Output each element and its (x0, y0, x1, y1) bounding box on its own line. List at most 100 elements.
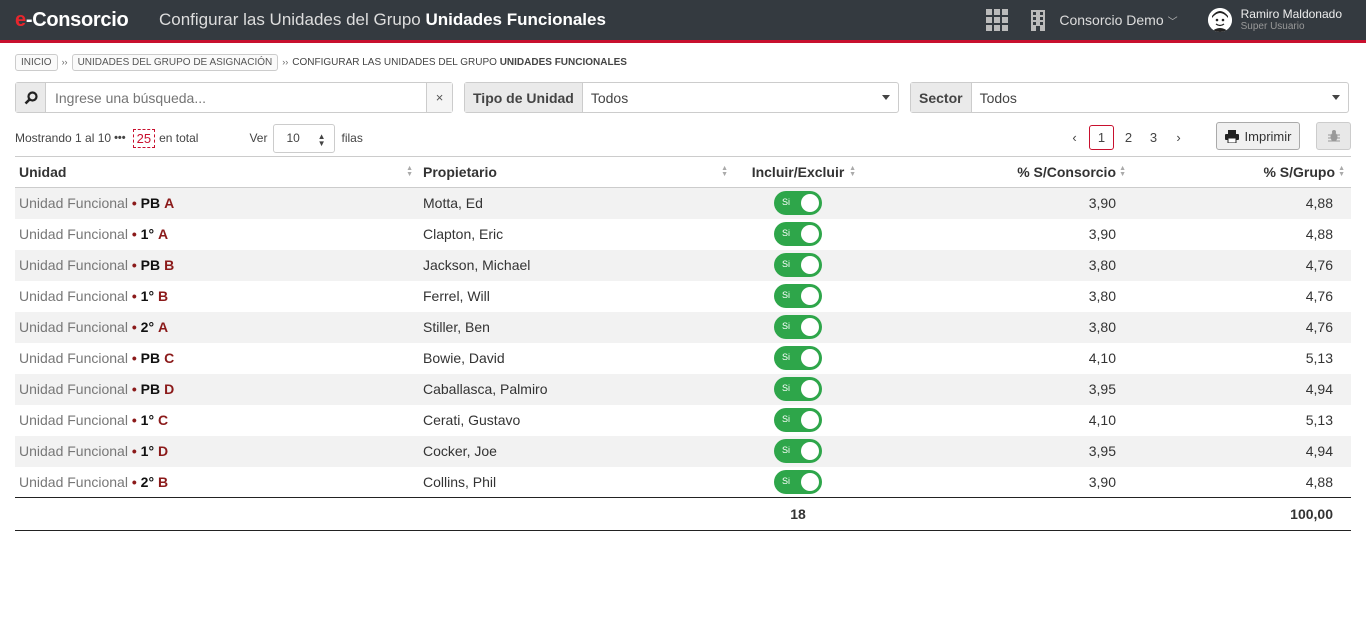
include-toggle[interactable]: Si (774, 439, 822, 463)
footer-count: 18 (734, 497, 862, 531)
unit-cell[interactable]: Unidad Funcional • 1° D (15, 436, 419, 467)
top-navbar: e-Consorcio Configurar las Unidades del … (0, 0, 1366, 43)
include-toggle[interactable]: Si (774, 377, 822, 401)
include-toggle[interactable]: Si (774, 222, 822, 246)
avatar[interactable] (1207, 8, 1232, 32)
header-unidad[interactable]: Unidad ▲ ▼ (15, 156, 419, 188)
grupo-cell: 4,94 (1305, 381, 1333, 397)
consorcio-selector[interactable]: Consorcio Demo ﹀ (1059, 12, 1177, 28)
tipo-unidad-filter: Tipo de Unidad Todos (464, 82, 899, 113)
include-toggle[interactable]: Si (774, 346, 822, 370)
consorcio-cell: 3,95 (1088, 443, 1116, 459)
grupo-cell: 4,88 (1305, 195, 1333, 212)
search-input[interactable] (46, 83, 426, 112)
consorcio-cell: 4,10 (1088, 412, 1116, 428)
owner-cell: Caballasca, Palmiro (423, 381, 548, 397)
debug-button[interactable] (1316, 122, 1351, 150)
breadcrumb-inicio[interactable]: INICIO (15, 53, 58, 71)
unit-cell[interactable]: Unidad Funcional • 2° B (15, 467, 419, 498)
units-table: Unidad ▲ ▼ Propietario ▲ ▼ Incluir/Excluir ▲ ▼… (15, 156, 1351, 531)
page-3[interactable]: 3 (1141, 130, 1166, 145)
chevron-down-icon: ﹀ (1167, 17, 1178, 28)
owner-cell: Motta, Ed (423, 195, 483, 212)
include-toggle[interactable]: Si (774, 469, 822, 494)
rows-per-page-select[interactable]: 10 ▲ ▼ (273, 123, 336, 153)
unit-cell[interactable]: Unidad Funcional • PB C (15, 343, 419, 374)
breadcrumb: INICIO ›› UNIDADES DEL GRUPO DE ASIGNACI… (15, 53, 1351, 71)
tipo-unidad-select[interactable]: Todos (583, 83, 898, 112)
print-button[interactable]: Imprimir (1216, 122, 1300, 150)
table-row: Unidad Funcional • PB D Caballasca, Palmir… (15, 373, 1351, 405)
sort-icon: ▲ ▼ (721, 165, 728, 178)
apps-grid-icon[interactable] (986, 9, 1009, 31)
unit-cell[interactable]: Unidad Funcional • PB B (15, 250, 419, 281)
user-menu[interactable]: Ramiro Maldonado Super Usuario (1240, 6, 1342, 33)
grupo-cell: 5,13 (1305, 412, 1333, 428)
caret-down-icon (1332, 95, 1340, 100)
unit-cell[interactable]: Unidad Funcional • 1° A (15, 219, 419, 250)
prev-page-icon[interactable]: ‹ (1062, 130, 1087, 145)
printer-icon (1224, 129, 1239, 143)
page-2[interactable]: 2 (1116, 130, 1141, 145)
header-incluir[interactable]: Incluir/Excluir ▲ ▼ (734, 156, 862, 188)
grupo-cell: 4,88 (1305, 226, 1333, 242)
caret-down-icon (882, 95, 890, 100)
owner-cell: Jackson, Michael (423, 257, 531, 273)
page-title: Configurar las Unidades del Grupo Unidad… (159, 10, 606, 29)
table-row: Unidad Funcional • 2° A Stiller, Ben Si 3,80… (15, 311, 1351, 343)
sort-icon: ▲ ▼ (849, 165, 856, 178)
sector-select[interactable]: Todos (972, 83, 1348, 112)
consorcio-cell: 4,10 (1088, 350, 1116, 366)
clear-search-button[interactable]: × (426, 83, 452, 112)
bug-icon (1327, 130, 1340, 142)
include-toggle[interactable]: Si (774, 315, 822, 339)
owner-cell: Cerati, Gustavo (423, 412, 521, 428)
total-badge[interactable]: 25 (132, 128, 156, 148)
breadcrumb-grupo[interactable]: UNIDADES DEL GRUPO DE ASIGNACIÓN (71, 53, 279, 71)
en-total-label: en total (159, 131, 199, 145)
brand-logo[interactable]: e-Consorcio (15, 9, 159, 32)
unit-cell[interactable]: Unidad Funcional • PB D (15, 374, 419, 405)
grupo-cell: 4,76 (1305, 257, 1333, 273)
consorcio-cell: 3,80 (1088, 288, 1116, 304)
sort-icon: ▲ ▼ (1338, 165, 1345, 178)
unit-cell[interactable]: Unidad Funcional • 2° A (15, 312, 419, 343)
consorcio-cell: 3,90 (1088, 473, 1116, 490)
consorcio-cell: 3,95 (1088, 381, 1116, 397)
unit-cell[interactable]: Unidad Funcional • PB A (15, 188, 419, 219)
include-toggle[interactable]: Si (774, 253, 822, 277)
header-consorcio[interactable]: % S/Consorcio ▲ ▼ (862, 156, 1132, 188)
owner-cell: Ferrel, Will (423, 288, 490, 304)
owner-cell: Bowie, David (423, 350, 505, 366)
page-1[interactable]: 1 (1089, 124, 1114, 150)
header-propietario[interactable]: Propietario ▲ ▼ (419, 156, 734, 188)
consorcio-cell: 3,80 (1088, 257, 1116, 273)
unit-cell[interactable]: Unidad Funcional • 1° C (15, 405, 419, 436)
next-page-icon[interactable]: › (1166, 130, 1191, 145)
include-toggle[interactable]: Si (774, 191, 822, 216)
building-icon (1031, 10, 1046, 31)
grupo-cell: 4,76 (1305, 288, 1333, 304)
breadcrumb-current: CONFIGURAR LAS UNIDADES DEL GRUPO UNIDAD… (292, 56, 627, 68)
consorcio-cell: 3,90 (1088, 195, 1116, 212)
sort-icon: ▲ ▼ (1119, 165, 1126, 178)
table-row: Unidad Funcional • PB C Bowie, David Si 4,10… (15, 343, 1351, 374)
search-box: × (15, 82, 453, 113)
table-row: Unidad Funcional • PB B Jackson, Michael Si… (15, 249, 1351, 281)
table-row: Unidad Funcional • 2° B Collins, Phil Si 3,9… (15, 467, 1351, 498)
updown-icon: ▲ ▼ (317, 131, 326, 148)
grupo-cell: 4,94 (1305, 443, 1333, 459)
footer-total: 100,00 (1132, 497, 1351, 531)
owner-cell: Clapton, Eric (423, 226, 504, 242)
include-toggle[interactable]: Si (774, 284, 822, 308)
header-grupo[interactable]: % S/Grupo ▲ ▼ (1132, 156, 1351, 188)
unit-cell[interactable]: Unidad Funcional • 1° B (15, 281, 419, 312)
owner-cell: Stiller, Ben (423, 319, 490, 335)
filas-label: filas (341, 131, 363, 145)
owner-cell: Collins, Phil (423, 473, 497, 490)
search-icon[interactable] (16, 83, 46, 112)
consorcio-cell: 3,80 (1088, 319, 1116, 335)
pagination: ‹ 1 2 3 › (1062, 124, 1191, 150)
user-name: Ramiro Maldonado (1240, 6, 1342, 21)
include-toggle[interactable]: Si (774, 408, 822, 432)
